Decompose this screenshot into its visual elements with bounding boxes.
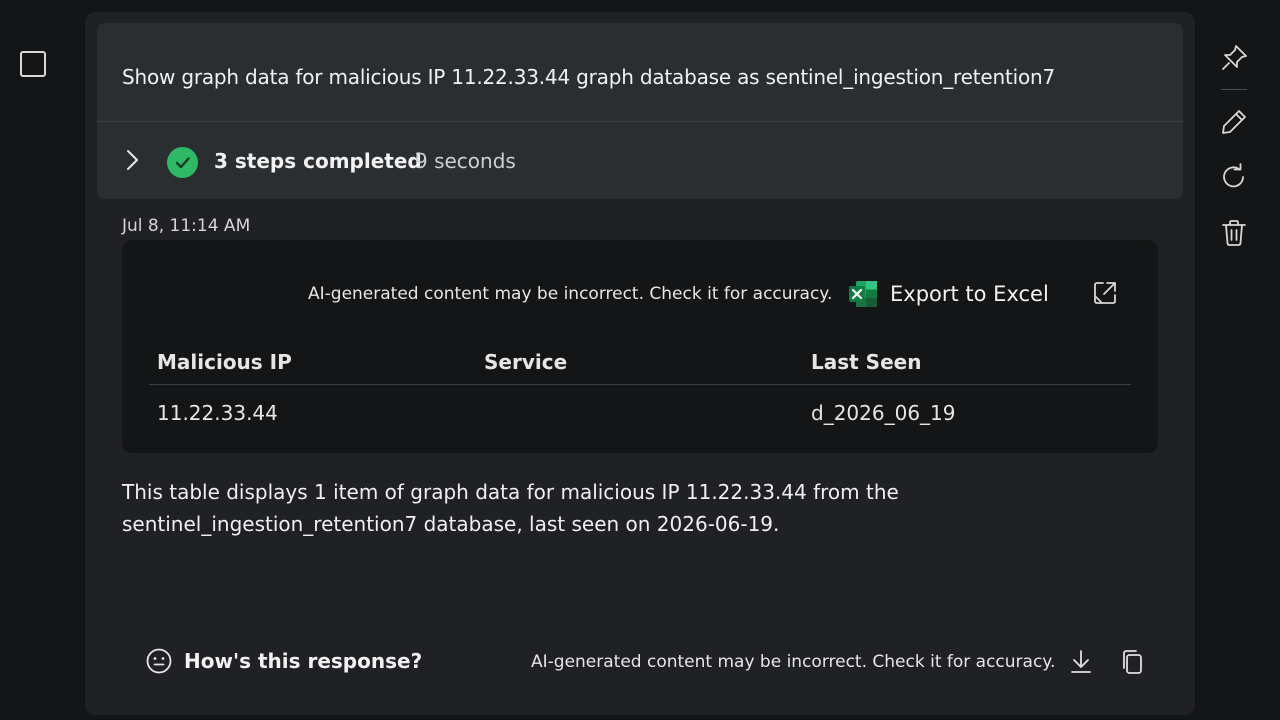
delete-icon[interactable]	[1218, 217, 1250, 249]
cell-last-seen: d_2026_06_19	[811, 401, 956, 425]
edit-icon[interactable]	[1218, 106, 1250, 138]
feedback-face-icon[interactable]	[145, 647, 173, 675]
cell-service	[476, 385, 803, 434]
result-table: Malicious IP Service Last Seen 11.22.33.…	[149, 344, 1131, 433]
excel-icon	[848, 280, 878, 308]
response-card: Show graph data for malicious IP 11.22.3…	[85, 12, 1195, 715]
ai-disclaimer: AI-generated content may be incorrect. C…	[308, 284, 833, 304]
response-summary: This table displays 1 item of graph data…	[122, 480, 899, 536]
export-label: Export to Excel	[890, 282, 1049, 306]
check-circle-icon	[167, 147, 198, 178]
table-row: 11.22.33.44 d_2026_06_19	[149, 385, 1131, 434]
table-header-row: Malicious IP Service Last Seen	[149, 344, 1131, 385]
prompt-text: Show graph data for malicious IP 11.22.3…	[122, 65, 1055, 89]
download-icon[interactable]	[1068, 648, 1094, 676]
column-header-malicious-ip[interactable]: Malicious IP	[149, 344, 476, 385]
export-to-excel-button[interactable]: Export to Excel	[848, 278, 1049, 310]
pin-icon[interactable]	[1218, 42, 1250, 74]
feedback-label[interactable]: How's this response?	[184, 649, 422, 673]
popout-icon[interactable]	[1092, 280, 1118, 306]
prompt-box: Show graph data for malicious IP 11.22.3…	[97, 23, 1183, 199]
response-timestamp: Jul 8, 11:14 AM	[122, 216, 251, 236]
toolbar-divider	[1221, 89, 1247, 90]
copy-icon[interactable]	[1120, 648, 1146, 676]
select-checkbox[interactable]	[20, 51, 46, 77]
refresh-icon[interactable]	[1218, 161, 1250, 193]
steps-toggle[interactable]: 3 steps completed 9 seconds	[97, 122, 1183, 199]
cell-malicious-ip: 11.22.33.44	[157, 401, 278, 425]
chevron-right-icon[interactable]	[120, 148, 144, 172]
steps-duration: 9 seconds	[415, 149, 516, 173]
steps-label: 3 steps completed	[214, 149, 422, 173]
result-panel: AI-generated content may be incorrect. C…	[122, 240, 1158, 453]
column-header-last-seen[interactable]: Last Seen	[803, 344, 1131, 385]
footer-disclaimer: AI-generated content may be incorrect. C…	[531, 652, 1056, 672]
column-header-service[interactable]: Service	[476, 344, 803, 385]
